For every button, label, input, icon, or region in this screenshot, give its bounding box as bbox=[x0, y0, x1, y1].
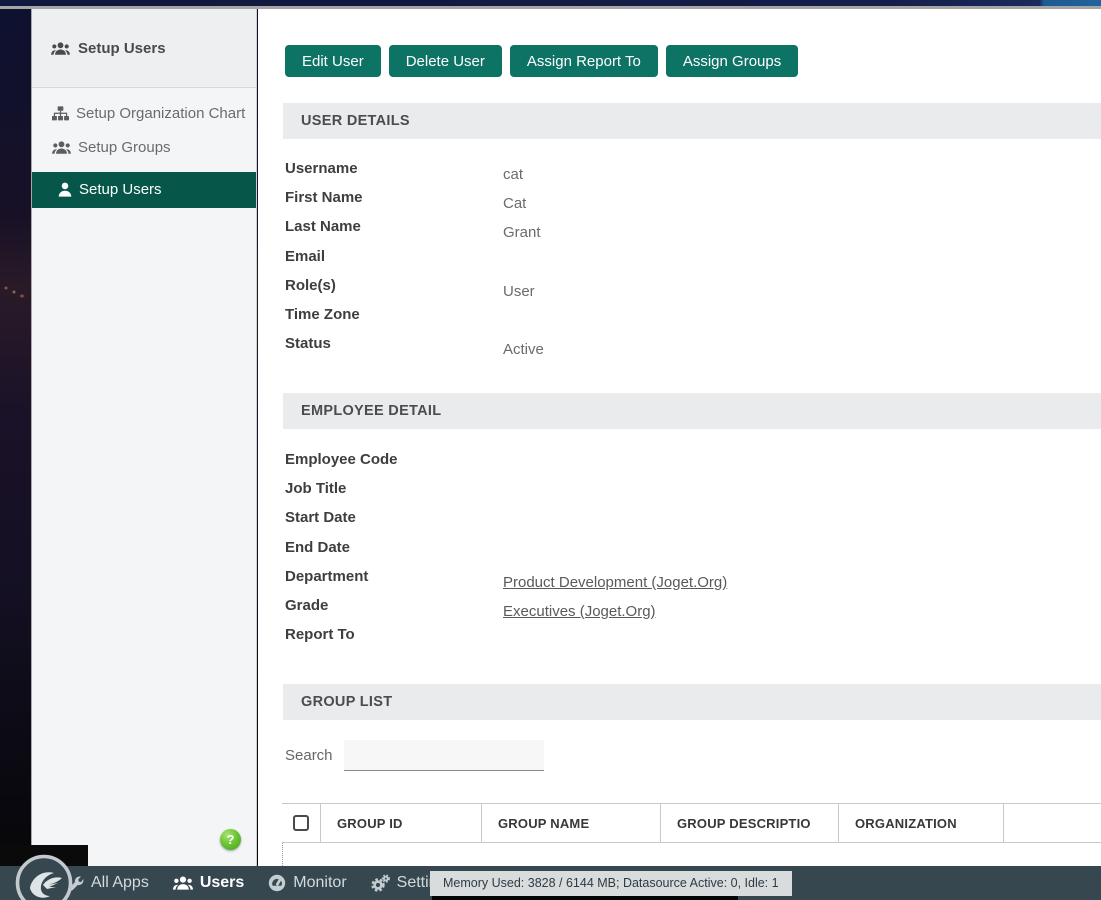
field-label: Time Zone bbox=[285, 306, 360, 323]
sidebar-item-setup-users[interactable]: Setup Users bbox=[32, 172, 256, 208]
sidebar-item-setup-organization-chart[interactable]: Setup Organization Chart bbox=[32, 97, 256, 131]
sidebar-nav: Setup Organization Chart Setup Groups Se… bbox=[32, 88, 256, 208]
joget-logo[interactable] bbox=[15, 854, 73, 900]
select-all-checkbox[interactable] bbox=[293, 815, 309, 831]
help-button[interactable]: ? bbox=[220, 829, 241, 850]
field-start-date: Start Date bbox=[285, 508, 1101, 537]
table-header-row: GROUP ID GROUP NAME GROUP DESCRIPTIO ORG… bbox=[282, 803, 1101, 843]
field-status: Status Active bbox=[285, 334, 1101, 363]
field-value: Active bbox=[503, 340, 544, 360]
field-employee-code: Employee Code bbox=[285, 450, 1101, 479]
column-header-empty bbox=[1003, 804, 1101, 842]
user-details-fields: Username cat First Name Cat Last Name Gr… bbox=[285, 159, 1101, 363]
bar-item-monitor[interactable]: Monitor bbox=[268, 874, 346, 892]
field-roles: Role(s) User bbox=[285, 276, 1101, 305]
column-header-organization[interactable]: ORGANIZATION bbox=[838, 804, 1003, 842]
search-label: Search bbox=[285, 747, 333, 764]
sidebar-item-label: Setup Groups bbox=[78, 139, 171, 157]
users-group-icon bbox=[51, 41, 70, 56]
gears-icon bbox=[371, 874, 390, 892]
field-first-name: First Name Cat bbox=[285, 188, 1101, 217]
bar-item-users[interactable]: Users bbox=[173, 874, 244, 892]
bar-item-label: All Apps bbox=[91, 874, 149, 892]
field-department: Department Product Development (Joget.Or… bbox=[285, 567, 1101, 596]
users-icon bbox=[173, 875, 193, 891]
bar-item-label: Monitor bbox=[293, 874, 346, 892]
field-value: Grant bbox=[503, 223, 541, 243]
toolbar: Edit User Delete User Assign Report To A… bbox=[285, 45, 798, 77]
employee-detail-fields: Employee Code Job Title Start Date End D… bbox=[285, 450, 1101, 654]
sidebar-header-label: Setup Users bbox=[78, 40, 166, 57]
column-header-group-id[interactable]: GROUP ID bbox=[320, 804, 481, 842]
column-label: GROUP DESCRIPTIO bbox=[677, 816, 811, 831]
memory-status-badge: Memory Used: 3828 / 6144 MB; Datasource … bbox=[430, 871, 792, 896]
bottom-admin-bar: All Apps Users Monitor Settings Memory U… bbox=[0, 866, 1101, 900]
field-value: Cat bbox=[503, 194, 526, 214]
user-icon bbox=[58, 182, 72, 197]
sitemap-icon bbox=[52, 106, 69, 121]
sidebar: Setup Users Setup Organization Chart Set… bbox=[31, 9, 257, 866]
field-label: Role(s) bbox=[285, 277, 336, 294]
assign-groups-button[interactable]: Assign Groups bbox=[666, 45, 798, 77]
user-details-section-header: USER DETAILS bbox=[283, 103, 1101, 139]
bar-item-all-apps[interactable]: All Apps bbox=[67, 874, 149, 892]
field-end-date: End Date bbox=[285, 538, 1101, 567]
field-label: Job Title bbox=[285, 480, 346, 497]
bottom-bar-nav: All Apps Users Monitor Settings bbox=[67, 866, 454, 900]
group-list-section-header: GROUP LIST bbox=[283, 684, 1101, 720]
grade-link[interactable]: Executives (Joget.Org) bbox=[503, 602, 656, 622]
field-label: Grade bbox=[285, 597, 328, 614]
field-label: Employee Code bbox=[285, 451, 398, 468]
field-label: First Name bbox=[285, 189, 363, 206]
select-all-cell bbox=[282, 804, 320, 842]
field-time-zone: Time Zone bbox=[285, 305, 1101, 334]
column-label: GROUP ID bbox=[337, 816, 403, 831]
field-value: cat bbox=[503, 165, 523, 185]
field-username: Username cat bbox=[285, 159, 1101, 188]
field-label: Last Name bbox=[285, 218, 361, 235]
field-label: Status bbox=[285, 335, 331, 352]
main-content: Edit User Delete User Assign Report To A… bbox=[258, 9, 1101, 866]
column-label: ORGANIZATION bbox=[855, 816, 957, 831]
search-input[interactable] bbox=[344, 740, 544, 771]
edit-user-button[interactable]: Edit User bbox=[285, 45, 381, 77]
field-label: Start Date bbox=[285, 509, 356, 526]
assign-report-to-button[interactable]: Assign Report To bbox=[510, 45, 658, 77]
field-label: Email bbox=[285, 248, 325, 265]
field-value: User bbox=[503, 282, 535, 302]
bar-item-label: Users bbox=[200, 874, 244, 892]
group-list-search: Search bbox=[285, 739, 544, 771]
field-label: End Date bbox=[285, 539, 350, 556]
field-label: Username bbox=[285, 160, 358, 177]
field-email: Email bbox=[285, 247, 1101, 276]
gauge-icon bbox=[268, 874, 286, 892]
background-window-strip bbox=[432, 896, 738, 900]
delete-user-button[interactable]: Delete User bbox=[389, 45, 502, 77]
column-label: GROUP NAME bbox=[498, 816, 589, 831]
field-grade: Grade Executives (Joget.Org) bbox=[285, 596, 1101, 625]
column-header-group-description[interactable]: GROUP DESCRIPTIO bbox=[660, 804, 838, 842]
field-last-name: Last Name Grant bbox=[285, 217, 1101, 246]
field-job-title: Job Title bbox=[285, 479, 1101, 508]
field-label: Department bbox=[285, 568, 368, 585]
employee-detail-section-header: EMPLOYEE DETAIL bbox=[283, 393, 1101, 429]
group-list-table: GROUP ID GROUP NAME GROUP DESCRIPTIO ORG… bbox=[282, 803, 1101, 866]
table-empty-row bbox=[282, 843, 1101, 866]
sidebar-item-label: Setup Organization Chart bbox=[76, 105, 245, 123]
sidebar-item-setup-groups[interactable]: Setup Groups bbox=[32, 131, 256, 165]
sidebar-header: Setup Users bbox=[32, 9, 256, 88]
users-group-icon bbox=[52, 140, 71, 155]
field-label: Report To bbox=[285, 626, 355, 643]
sidebar-item-label: Setup Users bbox=[79, 181, 162, 199]
department-link[interactable]: Product Development (Joget.Org) bbox=[503, 573, 727, 593]
column-header-group-name[interactable]: GROUP NAME bbox=[481, 804, 660, 842]
field-report-to: Report To bbox=[285, 625, 1101, 654]
